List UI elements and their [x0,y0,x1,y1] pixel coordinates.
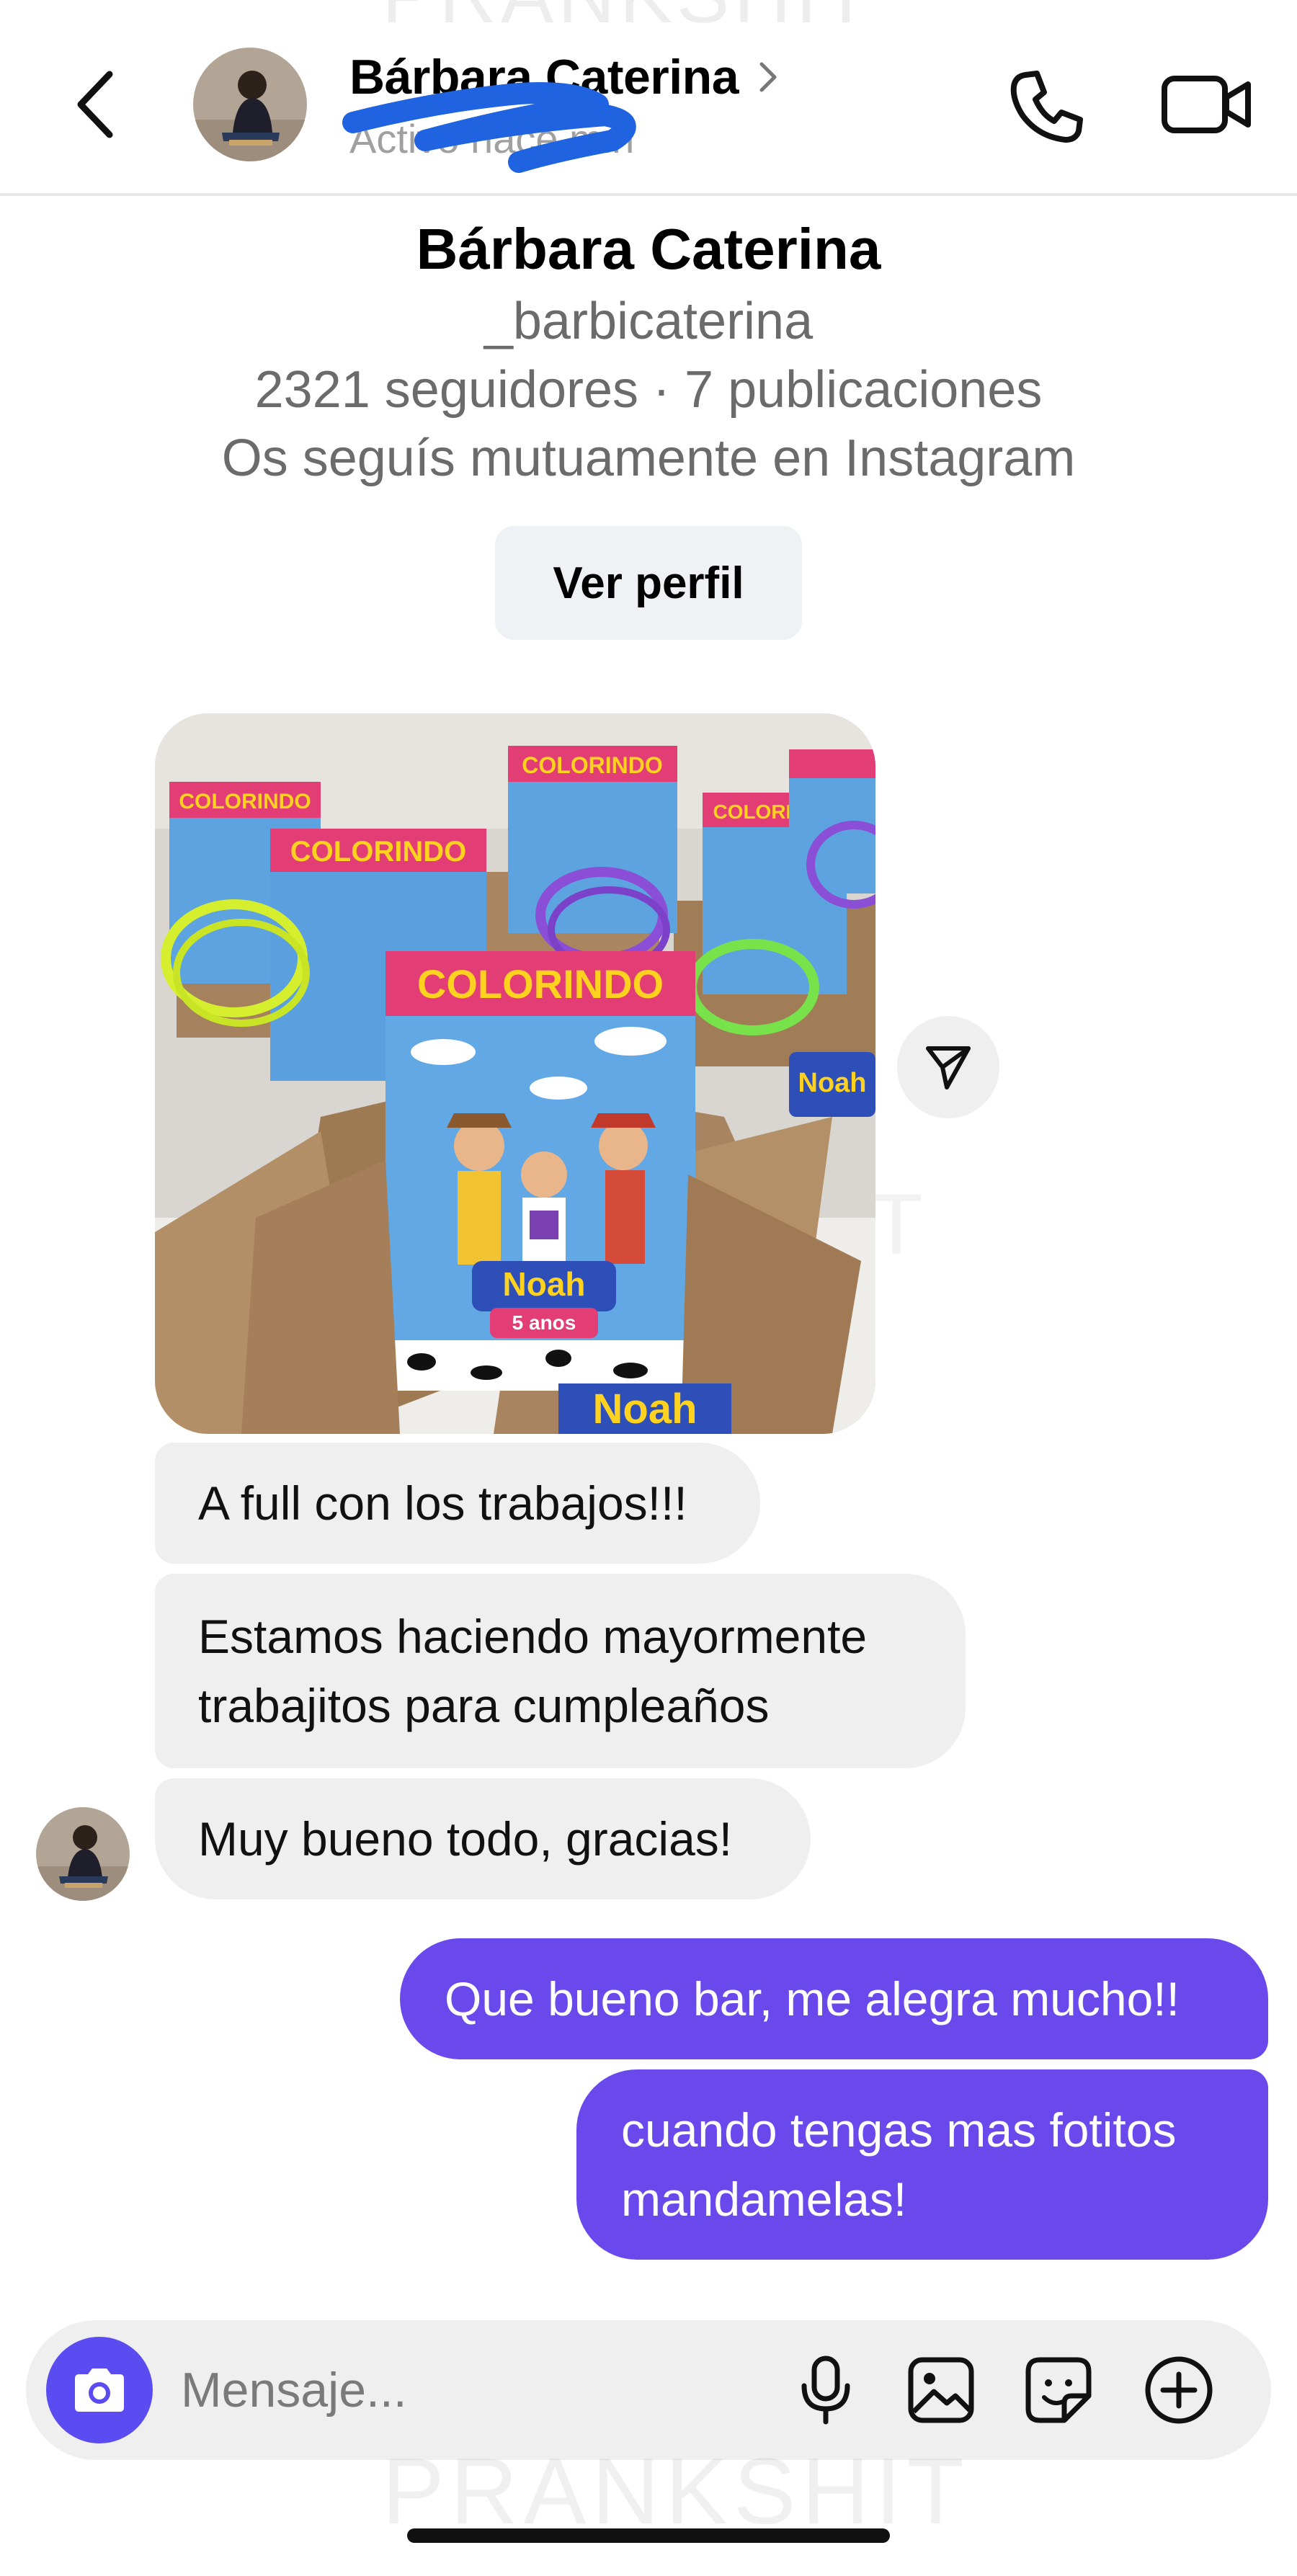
photo-message[interactable]: COLORINDO COLORINDO COLORINDO COLORINDO … [155,713,875,1434]
video-call-button[interactable] [1160,68,1254,141]
message-text: Estamos haciendo mayormente trabajitos p… [198,1610,868,1732]
incoming-message[interactable]: Estamos haciendo mayormente trabajitos p… [155,1574,966,1768]
home-indicator [407,2528,890,2543]
photo-kid-name: Noah [593,1386,697,1432]
party-favors-photo: COLORINDO COLORINDO COLORINDO COLORINDO … [155,713,875,1434]
share-photo-button[interactable] [897,1016,999,1118]
voice-message-button[interactable] [786,2350,865,2430]
header-avatar[interactable] [193,48,307,161]
microphone-icon [801,2356,850,2425]
video-camera-icon [1162,76,1251,133]
photo-kid-name: Noah [503,1265,586,1303]
back-button[interactable] [65,61,130,148]
photo-brand-text: COLORINDO [417,961,664,1007]
view-profile-button[interactable]: Ver perfil [495,526,802,640]
photo-brand-text: COLORINDO [290,836,466,868]
back-arrow-icon [77,71,113,138]
more-options-button[interactable] [1139,2350,1218,2430]
photo-brand-text: COLORINDO [522,752,663,778]
incoming-message[interactable]: A full con los trabajos!!! [155,1443,760,1564]
profile-mutual-follow: Os seguís mutuamente en Instagram [221,429,1076,487]
profile-stats: 2321 seguidores · 7 publicaciones [254,361,1043,419]
message-input[interactable] [181,2349,772,2431]
sticker-icon [1025,2357,1092,2423]
photo-kid-age: 5 anos [512,1311,576,1334]
chat-header: PRANKSHIT Bárbara Caterina Activo hace m… [0,0,1297,196]
message-text: Muy bueno todo, gracias! [198,1812,733,1866]
camera-icon [75,2368,124,2412]
camera-button[interactable] [46,2337,153,2443]
chevron-right-icon [759,62,777,92]
avatar-image [36,1807,130,1901]
watermark-top: PRANKSHIT [382,0,875,41]
message-text: cuando tengas mas fotitos mandamelas! [621,2103,1177,2226]
outgoing-message[interactable]: cuando tengas mas fotitos mandamelas! [576,2069,1268,2260]
profile-handle: _barbicaterina [483,293,814,350]
gallery-icon [908,2357,974,2423]
sticker-button[interactable] [1019,2350,1098,2430]
message-text: A full con los trabajos!!! [198,1476,687,1530]
avatar-image [193,48,307,161]
audio-call-button[interactable] [1005,65,1088,148]
send-icon [926,1046,971,1089]
phone-icon [1010,71,1083,143]
redaction-scribble [342,82,636,173]
profile-name: Bárbara Caterina [416,217,881,281]
photo-brand-text: COLORINDO [179,790,311,814]
gallery-button[interactable] [901,2350,981,2430]
incoming-message[interactable]: Muy bueno todo, gracias! [155,1778,811,1899]
sender-avatar[interactable] [36,1807,130,1901]
outgoing-message[interactable]: Que bueno bar, me alegra mucho!! [400,1938,1268,2059]
message-text: Que bueno bar, me alegra mucho!! [445,1972,1180,2025]
plus-icon [1145,2356,1213,2424]
photo-kid-name: Noah [798,1068,867,1098]
